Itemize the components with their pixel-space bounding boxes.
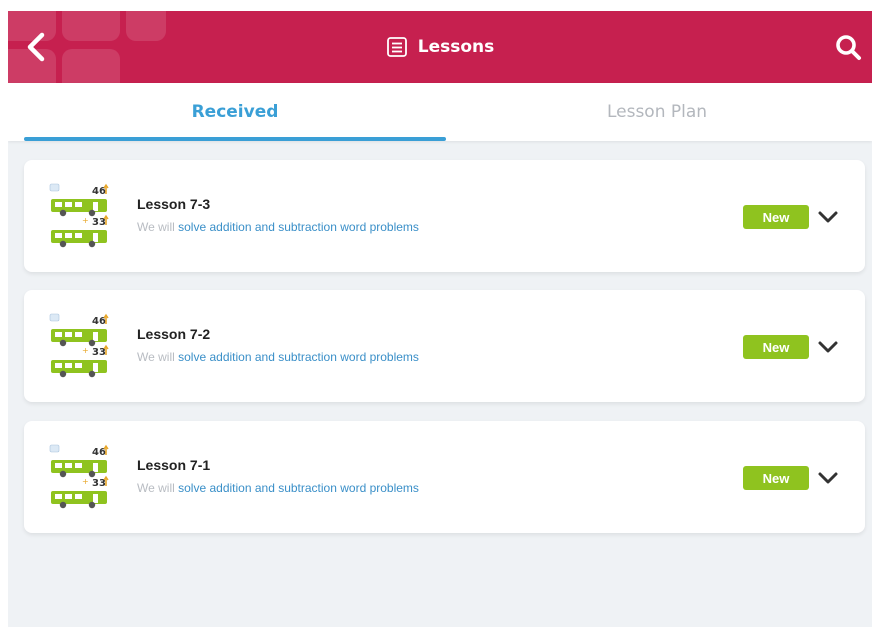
lesson-desc-prefix: We will — [137, 481, 179, 495]
lesson-title: Lesson 7-1 — [137, 457, 211, 473]
lesson-desc-prefix: We will — [137, 350, 179, 364]
lesson-thumbnail-bus-icon: 46 + 33 — [49, 444, 109, 509]
lesson-desc-highlight: solve addition and subtraction word prob… — [178, 220, 419, 234]
active-tab-indicator — [24, 137, 446, 141]
lesson-card[interactable]: 46 + 33 Lesson 7-2 We will solve additio… — [24, 290, 865, 402]
new-badge: New — [743, 466, 809, 490]
lesson-card[interactable]: 46 + 33 Lesson 7-1 We will solve additio… — [24, 421, 865, 533]
svg-text:+: + — [82, 346, 89, 355]
app-frame: Lessons Received Lesson Plan 46 + 33 Les… — [8, 11, 872, 627]
chevron-down-icon[interactable] — [817, 469, 839, 487]
lesson-list-icon — [386, 37, 407, 57]
lesson-card[interactable]: 46 + 33 Lesson 7-3 We will solve additio… — [24, 160, 865, 272]
svg-text:+: + — [82, 216, 89, 225]
lesson-thumbnail-bus-icon: 46 + 33 — [49, 183, 109, 248]
lesson-thumbnail-bus-icon: 46 + 33 — [49, 313, 109, 378]
chevron-down-icon[interactable] — [817, 208, 839, 226]
search-icon[interactable] — [834, 33, 862, 61]
lesson-desc-highlight: solve addition and subtraction word prob… — [178, 350, 419, 364]
lesson-title: Lesson 7-2 — [137, 326, 211, 342]
lesson-desc-prefix: We will — [137, 220, 179, 234]
lesson-description: We will solve addition and subtraction w… — [137, 220, 419, 234]
lesson-desc-highlight: solve addition and subtraction word prob… — [178, 481, 419, 495]
chevron-down-icon[interactable] — [817, 338, 839, 356]
tab-lesson-plan[interactable]: Lesson Plan — [446, 83, 868, 141]
page-title: Lessons — [417, 37, 495, 57]
lesson-description: We will solve addition and subtraction w… — [137, 350, 419, 364]
tab-bar: Received Lesson Plan — [8, 83, 872, 141]
lesson-title: Lesson 7-3 — [137, 196, 211, 212]
header-title-group: Lessons — [8, 11, 872, 83]
tab-received[interactable]: Received — [24, 83, 446, 141]
new-badge: New — [743, 205, 809, 229]
header-bar: Lessons — [8, 11, 872, 83]
svg-text:+: + — [82, 477, 89, 486]
lesson-description: We will solve addition and subtraction w… — [137, 481, 419, 495]
new-badge: New — [743, 335, 809, 359]
